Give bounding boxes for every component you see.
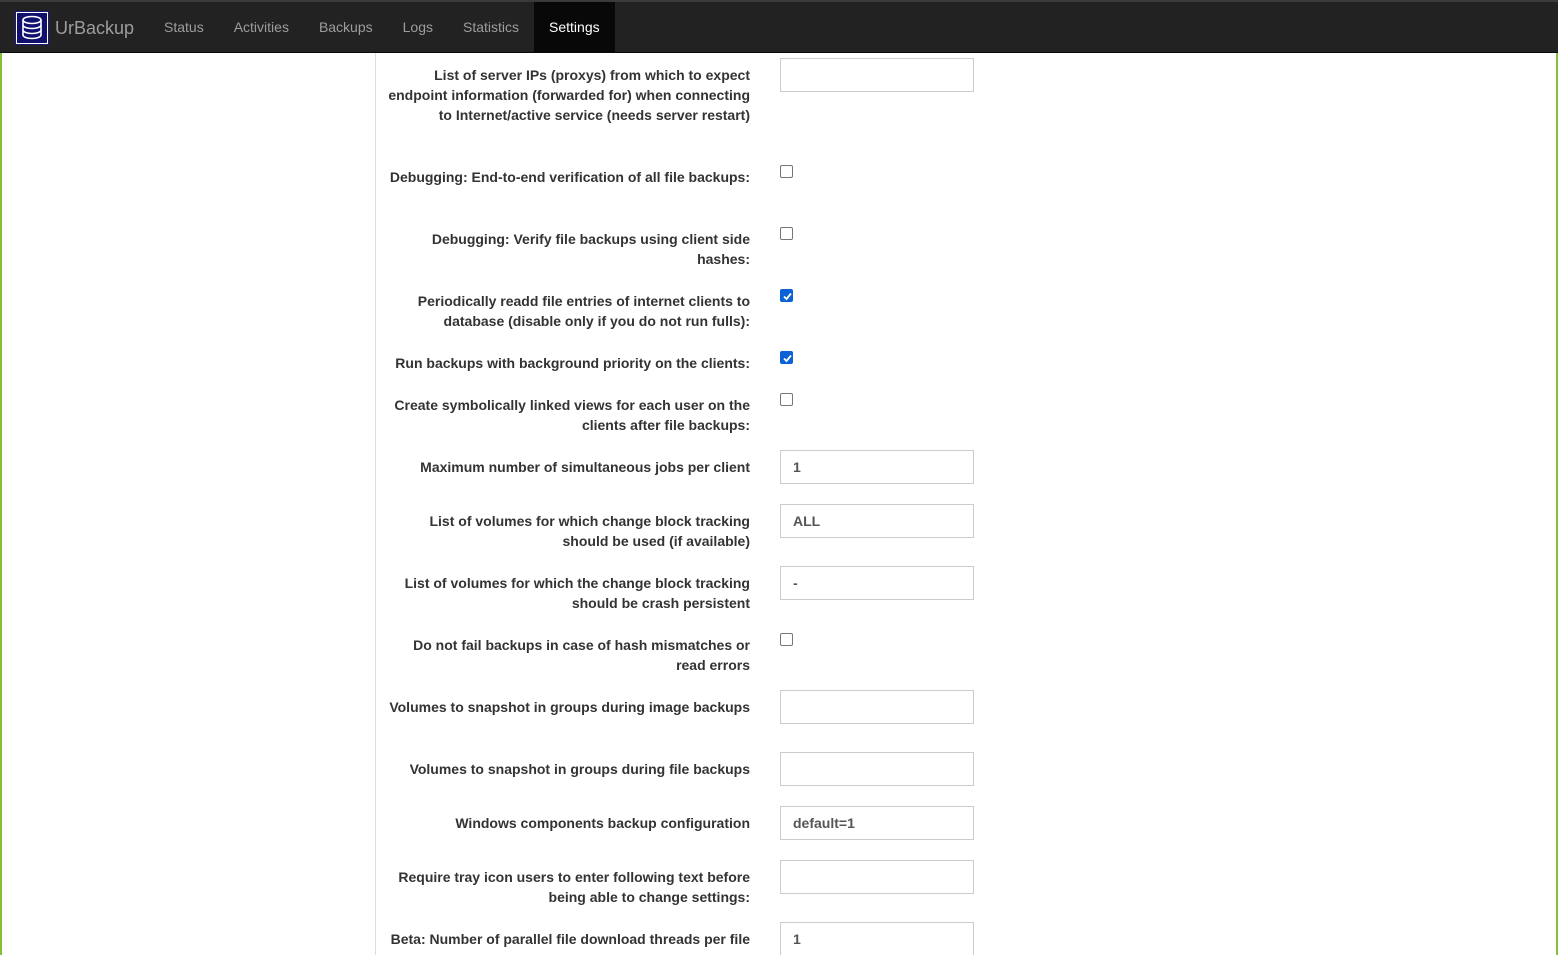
nav-activities[interactable]: Activities — [219, 2, 304, 53]
nav-backups[interactable]: Backups — [304, 2, 388, 53]
cbt-crash-persistent-input[interactable]: - — [780, 566, 974, 600]
max-jobs-input[interactable]: 1 — [780, 450, 974, 484]
setting-label: Volumes to snapshot in groups during ima… — [389, 699, 750, 715]
top-navbar: UrBackup Status Activities Backups Logs … — [0, 0, 1558, 53]
background-priority-checkbox[interactable] — [780, 351, 793, 364]
snapshot-groups-file-input[interactable] — [780, 752, 974, 786]
setting-label: Create symbolically linked views for eac… — [394, 397, 750, 433]
setting-label: Windows components backup configuration — [455, 815, 750, 831]
nav-status[interactable]: Status — [149, 2, 219, 53]
setting-label: Maximum number of simultaneous jobs per … — [420, 459, 750, 475]
checkmark-icon — [783, 292, 792, 301]
setting-label: Debugging: Verify file backups using cli… — [431, 231, 750, 267]
main-nav: Status Activities Backups Logs Statistic… — [149, 2, 615, 53]
setting-label: List of server IPs (proxys) from which t… — [388, 67, 750, 123]
nav-settings[interactable]: Settings — [534, 2, 615, 53]
tray-password-input[interactable] — [780, 860, 974, 894]
vss-components-input[interactable]: default=1 — [780, 806, 974, 840]
e2e-verification-checkbox[interactable] — [780, 165, 793, 178]
ignore-hash-mismatch-checkbox[interactable] — [780, 633, 793, 646]
brand-name: UrBackup — [55, 17, 135, 38]
symlinked-views-checkbox[interactable] — [780, 393, 793, 406]
nav-statistics[interactable]: Statistics — [448, 2, 534, 53]
snapshot-groups-image-input[interactable] — [780, 690, 974, 724]
setting-label: Debugging: End-to-end verification of al… — [389, 169, 750, 185]
setting-label: List of volumes for which change block t… — [429, 513, 750, 549]
content-divider — [375, 53, 376, 955]
cbt-volumes-input[interactable]: ALL — [780, 504, 974, 538]
parallel-threads-input[interactable]: 1 — [780, 922, 974, 955]
brand-link[interactable]: UrBackup — [15, 8, 134, 48]
setting-label: Require tray icon users to enter followi… — [398, 869, 750, 905]
setting-label: Beta: Number of parallel file download t… — [390, 931, 750, 947]
setting-label: List of volumes for which the change blo… — [404, 575, 750, 611]
setting-label: Periodically readd file entries of inter… — [417, 293, 750, 329]
nav-logs[interactable]: Logs — [388, 2, 448, 53]
left-accent-border — [0, 53, 2, 955]
database-icon — [15, 11, 49, 45]
setting-label: Do not fail backups in case of hash mism… — [413, 637, 750, 673]
proxy-ips-input[interactable] — [780, 58, 974, 92]
readd-file-entries-checkbox[interactable] — [780, 289, 793, 302]
setting-label: Run backups with background priority on … — [395, 355, 750, 371]
checkmark-icon — [783, 354, 792, 363]
setting-row-parallel-threads: Beta: Number of parallel file download t… — [380, 922, 980, 955]
setting-label: Volumes to snapshot in groups during fil… — [409, 761, 750, 777]
verify-client-hashes-checkbox[interactable] — [780, 227, 793, 240]
